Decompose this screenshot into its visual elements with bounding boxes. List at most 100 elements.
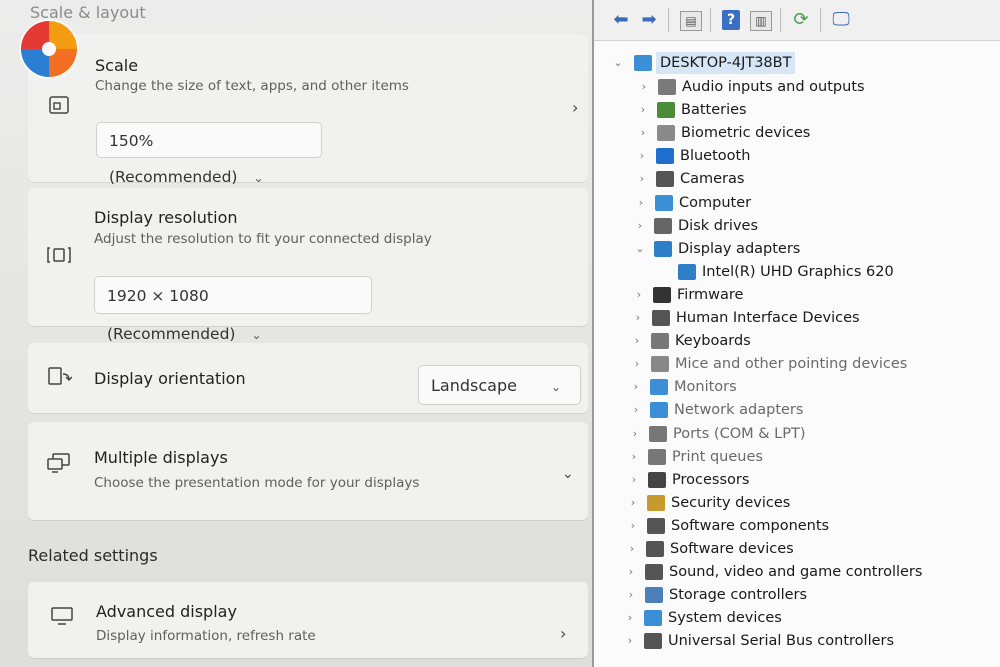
multiple-displays-card[interactable]: Multiple displays Choose the presentatio… [28,422,588,520]
tree-item-label: Monitors [674,379,737,396]
chevron-right-icon[interactable]: › [560,624,566,643]
multiple-displays-title: Multiple displays [94,448,228,467]
tree-item-label: Sound, video and game controllers [669,564,923,581]
computer-name-label: DESKTOP-4JT38BT [656,52,796,74]
scale-card[interactable]: Scale Change the size of text, apps, and… [28,34,588,186]
chevron-right-icon[interactable]: › [631,353,643,375]
device-manager-window: ⬅ ➡ ▤ ? ▥ ⟳ 🖵 ⌄ DESKTOP-4JT38BT › Audio i… [592,0,1000,667]
tree-item-label: Universal Serial Bus controllers [668,633,895,650]
show-hide-console-tree-icon[interactable]: ▤ [680,11,702,31]
forward-arrow-icon[interactable]: ➡ [638,9,660,31]
device-category-icon [653,286,671,303]
device-category-icon [644,633,662,650]
scale-description: Change the size of text, apps, and other… [95,78,409,94]
chevron-right-icon[interactable]: › [625,584,637,606]
chevron-right-icon[interactable]: › [637,122,649,144]
device-category-icon [645,587,663,604]
device-category-icon [652,310,670,326]
advanced-display-title: Advanced display [96,602,237,621]
display-orientation-dropdown-value: Landscape [431,376,517,395]
advanced-display-card[interactable]: Advanced display Display information, re… [28,582,588,658]
chevron-right-icon[interactable]: › [633,284,645,306]
device-category-icon [658,79,676,95]
scale-dropdown[interactable]: 150% (Recommended) ⌄ [96,122,322,186]
scan-hardware-monitor-icon[interactable]: 🖵 [830,9,852,31]
display-resolution-dropdown-value: 1920 × 1080 (Recommended) [107,287,236,343]
chevron-right-icon[interactable]: › [630,399,642,421]
chevron-right-icon[interactable]: › [636,145,648,167]
chevron-right-icon[interactable]: › [626,538,638,560]
device-category-icon [678,263,696,280]
tree-item-label: Human Interface Devices [676,310,860,326]
chevron-right-icon[interactable]: › [637,99,649,121]
chevron-down-icon: ⌄ [253,171,264,185]
tree-item-label: Ports (COM & LPT) [673,425,806,442]
chevron-right-icon[interactable]: › [628,469,640,491]
tree-item-label: Batteries [681,102,747,119]
tree-item-label: Biometric devices [681,125,811,142]
device-category-icon [646,541,664,557]
toolbar: ⬅ ➡ ▤ ? ▥ ⟳ 🖵 [594,0,1000,41]
chevron-right-icon[interactable]: › [635,192,647,214]
scale-icon [48,94,70,121]
chevron-right-icon[interactable]: › [630,376,642,398]
chevron-right-icon[interactable]: › [638,76,650,98]
chevron-right-icon[interactable]: › [631,330,643,352]
chevron-down-icon[interactable]: ⌄ [634,238,646,260]
toolbar-separator [668,8,669,32]
update-driver-icon[interactable]: ⟳ [790,9,812,31]
chevron-right-icon[interactable]: › [627,515,639,537]
device-category-icon [651,356,669,373]
display-resolution-card[interactable]: Display resolution Adjust the resolution… [28,188,588,343]
tree-item-label: Audio inputs and outputs [682,79,865,95]
resolution-icon [46,244,72,271]
tree-item-label: Disk drives [678,217,759,234]
tree-item-label: Security devices [671,494,791,511]
display-orientation-card[interactable]: Display orientation Landscape ⌄ [28,343,588,413]
back-arrow-icon[interactable]: ⬅ [610,9,632,31]
chevron-right-icon[interactable]: › [629,423,641,445]
tree-item-label: Keyboards [675,333,751,350]
device-category-icon [651,333,669,350]
device-category-icon [647,494,665,511]
device-category-icon [657,125,675,142]
chevron-right-icon[interactable]: › [624,607,636,629]
properties-icon[interactable]: ▥ [750,11,772,31]
chevron-right-icon[interactable]: › [627,492,639,514]
advanced-display-description: Display information, refresh rate [96,628,316,644]
chevron-down-icon[interactable]: ⌄ [612,52,624,74]
display-orientation-dropdown[interactable]: Landscape ⌄ [418,365,581,405]
toolbar-separator [710,8,711,32]
help-icon[interactable]: ? [722,10,740,30]
tree-item-label: Software devices [670,541,794,557]
monitor-icon [50,606,74,631]
tree-item-label: Network adapters [674,402,804,419]
device-category-icon [655,194,673,211]
device-category-icon [656,148,674,165]
device-category-icon [645,564,663,581]
chevron-down-icon[interactable]: ⌄ [562,466,574,482]
toolbar-separator [780,8,781,32]
toolbar-separator [820,8,821,32]
chevron-right-icon[interactable]: › [632,307,644,329]
chevron-right-icon[interactable]: › [636,168,648,190]
chevron-right-icon[interactable]: › [624,630,636,652]
device-category-icon [644,610,662,627]
multiple-displays-description: Choose the presentation mode for your di… [94,475,420,491]
chevron-right-icon[interactable]: › [625,561,637,583]
device-category-icon [650,402,668,419]
display-resolution-dropdown[interactable]: 1920 × 1080 (Recommended) ⌄ [94,276,372,343]
device-category-icon [649,425,667,442]
device-category-icon [647,517,665,534]
device-category-icon [657,102,675,119]
tree-item-label: Processors [672,471,750,488]
chevron-right-icon[interactable]: › [634,215,646,237]
settings-window: Scale & layout Scale Change the size of … [0,0,592,667]
tree-item-label: Cameras [680,171,745,188]
display-orientation-title: Display orientation [94,369,246,388]
chevron-right-icon[interactable]: › [572,98,578,117]
display-resolution-title: Display resolution [94,208,238,227]
chevron-right-icon[interactable]: › [628,446,640,468]
computer-icon [634,55,652,71]
device-category-icon [648,448,666,465]
